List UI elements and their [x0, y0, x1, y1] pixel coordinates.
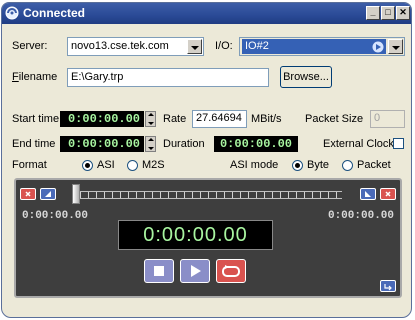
asi-mode-byte-label: Byte: [307, 159, 330, 171]
server-value: novo13.cse.tek.com: [71, 40, 169, 52]
asi-mode-packet-radio[interactable]: [342, 160, 353, 171]
start-time-display[interactable]: 0:00:00.00: [60, 111, 144, 127]
play-icon: [191, 265, 201, 277]
end-time-label: End time: [12, 138, 56, 150]
mark-out-time: 0:00:00.00: [327, 210, 394, 222]
browse-label: Browse...: [283, 71, 329, 83]
packet-size-label: Packet Size: [305, 113, 364, 125]
io-status-icon: [372, 41, 384, 53]
external-clock-label: External Clock: [323, 138, 394, 150]
minimize-button[interactable]: _: [366, 6, 380, 20]
packet-size-input[interactable]: 0: [370, 110, 405, 128]
mark-out-clear-button[interactable]: [380, 188, 396, 200]
server-select[interactable]: novo13.cse.tek.com: [67, 37, 204, 56]
chevron-down-icon[interactable]: [388, 39, 403, 54]
close-button[interactable]: ✕: [396, 6, 410, 20]
duration-label: Duration: [163, 138, 205, 150]
title-bar: Connected _ □ ✕: [2, 3, 411, 24]
start-time-spinner[interactable]: [145, 111, 156, 127]
filename-input[interactable]: E:\Gary.trp: [67, 68, 269, 87]
stop-button[interactable]: [144, 259, 174, 283]
end-time-spinner[interactable]: [145, 136, 156, 152]
loop-button[interactable]: [216, 259, 246, 283]
format-label: Format: [12, 159, 47, 171]
timeline-track[interactable]: [72, 191, 342, 199]
player-panel: 0:00:00.00 0:00:00.00 0:00:00.00: [14, 178, 402, 298]
asi-mode-label: ASI mode: [230, 159, 279, 171]
format-asi-radio[interactable]: [82, 160, 93, 171]
stop-icon: [154, 266, 164, 276]
io-label: I/O:: [215, 40, 233, 52]
format-m2s-radio[interactable]: [127, 160, 138, 171]
expand-button[interactable]: [380, 280, 396, 292]
arrow-left-icon: [45, 191, 51, 197]
rate-input[interactable]: 27.64694: [192, 110, 247, 128]
browse-button[interactable]: Browse...: [280, 66, 332, 88]
rate-label: Rate: [163, 113, 187, 125]
close-icon: [25, 191, 31, 197]
rate-unit: MBit/s: [251, 113, 282, 125]
mark-in-clear-button[interactable]: [20, 188, 36, 200]
asi-mode-byte-radio[interactable]: [292, 160, 303, 171]
asi-mode-packet-label: Packet: [357, 159, 391, 171]
filename-label-rest: ilename: [18, 71, 58, 83]
main-time-value: 0:00:00.00: [143, 224, 248, 246]
app-window: Connected _ □ ✕ Server: novo13.cse.tek.c…: [1, 2, 412, 318]
format-asi-label: ASI: [97, 159, 115, 171]
start-time-label: Start time: [12, 113, 60, 125]
duration-display: 0:00:00.00: [214, 136, 298, 152]
app-icon: [5, 6, 19, 20]
maximize-button[interactable]: □: [381, 6, 395, 20]
arrow-right-icon: [365, 191, 371, 197]
timeline-scrubber[interactable]: [72, 184, 80, 204]
io-select[interactable]: IO#2: [239, 37, 405, 56]
chevron-down-icon[interactable]: [187, 39, 202, 54]
io-value: IO#2: [242, 39, 386, 54]
server-label: Server:: [12, 40, 48, 52]
loop-icon: [222, 265, 240, 277]
play-button[interactable]: [180, 259, 210, 283]
set-mark-in-button[interactable]: [40, 188, 56, 200]
main-time-display: 0:00:00.00: [118, 220, 273, 250]
set-mark-out-button[interactable]: [360, 188, 376, 200]
format-m2s-label: M2S: [142, 159, 165, 171]
filename-label: Filename: [12, 71, 58, 83]
mark-in-time: 0:00:00.00: [22, 210, 89, 222]
end-time-display[interactable]: 0:00:00.00: [60, 136, 144, 152]
close-icon: [385, 191, 391, 197]
expand-icon: [384, 284, 392, 291]
external-clock-checkbox[interactable]: [393, 138, 404, 149]
window-title: Connected: [23, 6, 86, 20]
